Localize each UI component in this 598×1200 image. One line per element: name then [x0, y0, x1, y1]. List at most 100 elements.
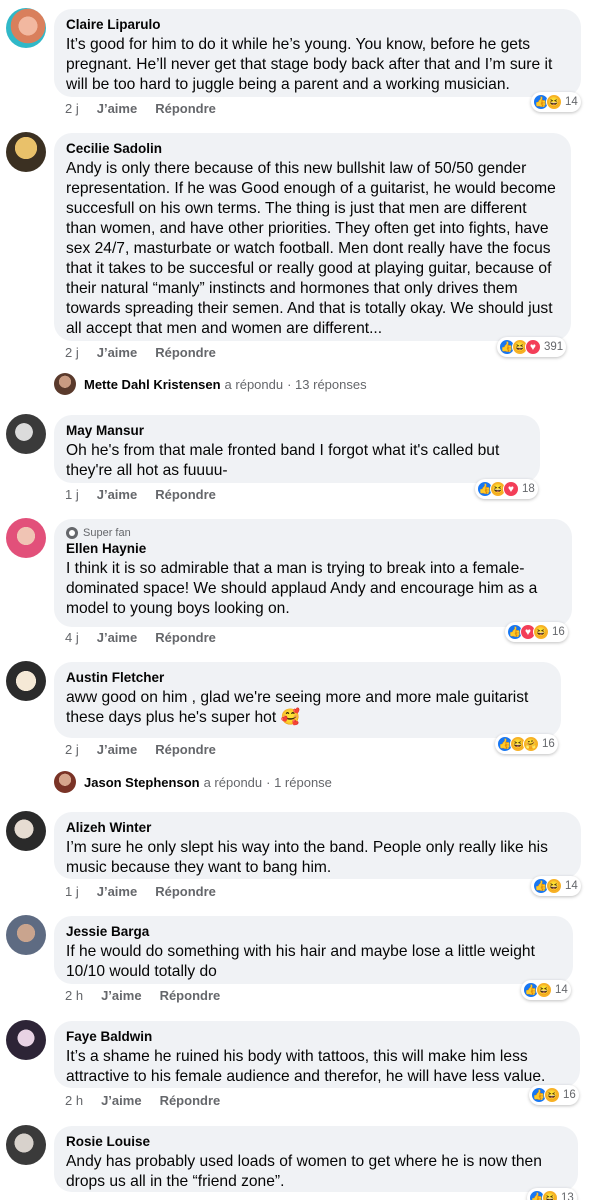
reply-button[interactable]: Répondre: [160, 988, 221, 1003]
reaction-summary[interactable]: 👍 😆 13: [527, 1188, 577, 1200]
comment-actions: 2 h J’aime Répondre: [65, 988, 220, 1003]
comment-time[interactable]: 2 j: [65, 742, 79, 757]
like-button[interactable]: J’aime: [97, 101, 137, 116]
like-button[interactable]: J’aime: [101, 988, 141, 1003]
reply-author: Mette Dahl Kristensen: [84, 376, 221, 392]
reaction-summary[interactable]: 👍 😆 ♥ 391: [497, 337, 567, 357]
reply-button[interactable]: Répondre: [155, 487, 216, 502]
reply-button[interactable]: Répondre: [155, 630, 216, 645]
reaction-summary[interactable]: 👍 😆 14: [521, 980, 571, 1000]
love-reaction-icon: ♥: [503, 481, 519, 497]
avatar[interactable]: [6, 132, 46, 172]
avatar: [54, 771, 76, 793]
avatar[interactable]: [6, 518, 46, 558]
super-fan-icon: [66, 527, 78, 539]
comment-actions: 2 j J’aime Répondre: [65, 345, 216, 360]
avatar[interactable]: [6, 8, 46, 48]
reaction-count: 13: [561, 1192, 574, 1200]
comment-author[interactable]: Claire Liparulo: [66, 16, 569, 33]
comment-time[interactable]: 1 j: [65, 884, 79, 899]
comment-time[interactable]: 4 j: [65, 630, 79, 645]
like-button[interactable]: J’aime: [97, 630, 137, 645]
reaction-count: 14: [565, 880, 578, 892]
reaction-summary[interactable]: 👍 😆 16: [529, 1085, 579, 1105]
love-reaction-icon: ♥: [525, 339, 541, 355]
care-reaction-icon: 🤗: [523, 736, 539, 752]
comment-text: Andy is only there because of this new b…: [66, 160, 556, 337]
comment-bubble: Super fan Ellen Haynie I think it is so …: [54, 519, 572, 627]
haha-reaction-icon: 😆: [542, 1190, 558, 1200]
haha-reaction-icon: 😆: [546, 94, 562, 110]
avatar[interactable]: [6, 1125, 46, 1165]
like-button[interactable]: J’aime: [97, 742, 137, 757]
comment-actions: 4 j J’aime Répondre: [65, 630, 216, 645]
comment-author[interactable]: Ellen Haynie: [66, 540, 560, 557]
replies-link[interactable]: Mette Dahl Kristensen a répondu · 13 rép…: [54, 373, 367, 395]
reaction-count: 16: [552, 626, 565, 638]
comment-author[interactable]: May Mansur: [66, 422, 528, 439]
comment-text: If he would do something with his hair a…: [66, 943, 535, 980]
reply-count: · 13 réponses: [287, 376, 367, 392]
haha-reaction-icon: 😆: [533, 624, 549, 640]
avatar[interactable]: [6, 661, 46, 701]
reaction-count: 391: [544, 341, 564, 353]
comment-time[interactable]: 2 h: [65, 1093, 83, 1108]
avatar[interactable]: [6, 811, 46, 851]
reply-button[interactable]: Répondre: [155, 345, 216, 360]
like-button[interactable]: J’aime: [97, 345, 137, 360]
reply-action: a répondu: [224, 376, 284, 392]
comment-actions: 2 j J’aime Répondre: [65, 742, 216, 757]
reply-count: · 1 réponse: [266, 774, 332, 790]
comment-actions: 1 j J’aime Répondre: [65, 884, 216, 899]
comment-author[interactable]: Jessie Barga: [66, 923, 561, 940]
replies-link[interactable]: Jason Stephenson a répondu · 1 réponse: [54, 771, 332, 793]
comment-time[interactable]: 2 j: [65, 101, 79, 116]
reaction-count: 14: [555, 984, 568, 996]
avatar[interactable]: [6, 414, 46, 454]
avatar: [54, 373, 76, 395]
comment-time[interactable]: 1 j: [65, 487, 79, 502]
comment-actions: 2 h J’aime Répondre: [65, 1093, 220, 1108]
reaction-summary[interactable]: 👍 😆 14: [531, 876, 581, 896]
reply-button[interactable]: Répondre: [160, 1093, 221, 1108]
comment-text: Andy has probably used loads of women to…: [66, 1153, 542, 1190]
comment-time[interactable]: 2 j: [65, 345, 79, 360]
comment-text: Oh he's from that male fronted band I fo…: [66, 442, 500, 479]
comment-text: aww good on him , glad we're seeing more…: [66, 689, 529, 726]
reply-author: Jason Stephenson: [84, 774, 200, 790]
reply-button[interactable]: Répondre: [155, 742, 216, 757]
comment-author[interactable]: Faye Baldwin: [66, 1028, 568, 1045]
comment-time[interactable]: 2 h: [65, 988, 83, 1003]
haha-reaction-icon: 😆: [536, 982, 552, 998]
comment-actions: 2 j J’aime Répondre: [65, 101, 216, 116]
comment-text: It’s a shame he ruined his body with tat…: [66, 1048, 546, 1085]
comment-bubble: May Mansur Oh he's from that male fronte…: [54, 415, 540, 483]
reaction-summary[interactable]: 👍 ♥ 😆 16: [505, 622, 568, 642]
comment-text: It’s good for him to do it while he’s yo…: [66, 36, 553, 93]
like-button[interactable]: J’aime: [97, 487, 137, 502]
avatar[interactable]: [6, 1020, 46, 1060]
reply-button[interactable]: Répondre: [155, 884, 216, 899]
comment-author[interactable]: Rosie Louise: [66, 1133, 566, 1150]
avatar[interactable]: [6, 915, 46, 955]
comment-author[interactable]: Austin Fletcher: [66, 669, 549, 686]
badge-label: Super fan: [83, 527, 131, 539]
like-button[interactable]: J’aime: [101, 1093, 141, 1108]
like-button[interactable]: J’aime: [97, 884, 137, 899]
comment-author[interactable]: Cecilie Sadolin: [66, 140, 559, 157]
haha-reaction-icon: 😆: [544, 1087, 560, 1103]
comment-author[interactable]: Alizeh Winter: [66, 819, 569, 836]
reaction-summary[interactable]: 👍 😆 14: [531, 92, 581, 112]
comment-bubble: Claire Liparulo It’s good for him to do …: [54, 9, 581, 97]
comment-bubble: Faye Baldwin It’s a shame he ruined his …: [54, 1021, 580, 1088]
reaction-summary[interactable]: 👍 😆 🤗 16: [495, 734, 558, 754]
reaction-summary[interactable]: 👍 😆 ♥ 18: [475, 479, 538, 499]
haha-reaction-icon: 😆: [546, 878, 562, 894]
comment-bubble: Austin Fletcher aww good on him , glad w…: [54, 662, 561, 738]
comment-bubble: Jessie Barga If he would do something wi…: [54, 916, 573, 984]
comment-text: I think it is so admirable that a man is…: [66, 560, 538, 617]
comment-actions: 1 j J’aime Répondre: [65, 487, 216, 502]
reaction-count: 18: [522, 483, 535, 495]
reply-action: a répondu: [203, 774, 263, 790]
reply-button[interactable]: Répondre: [155, 101, 216, 116]
